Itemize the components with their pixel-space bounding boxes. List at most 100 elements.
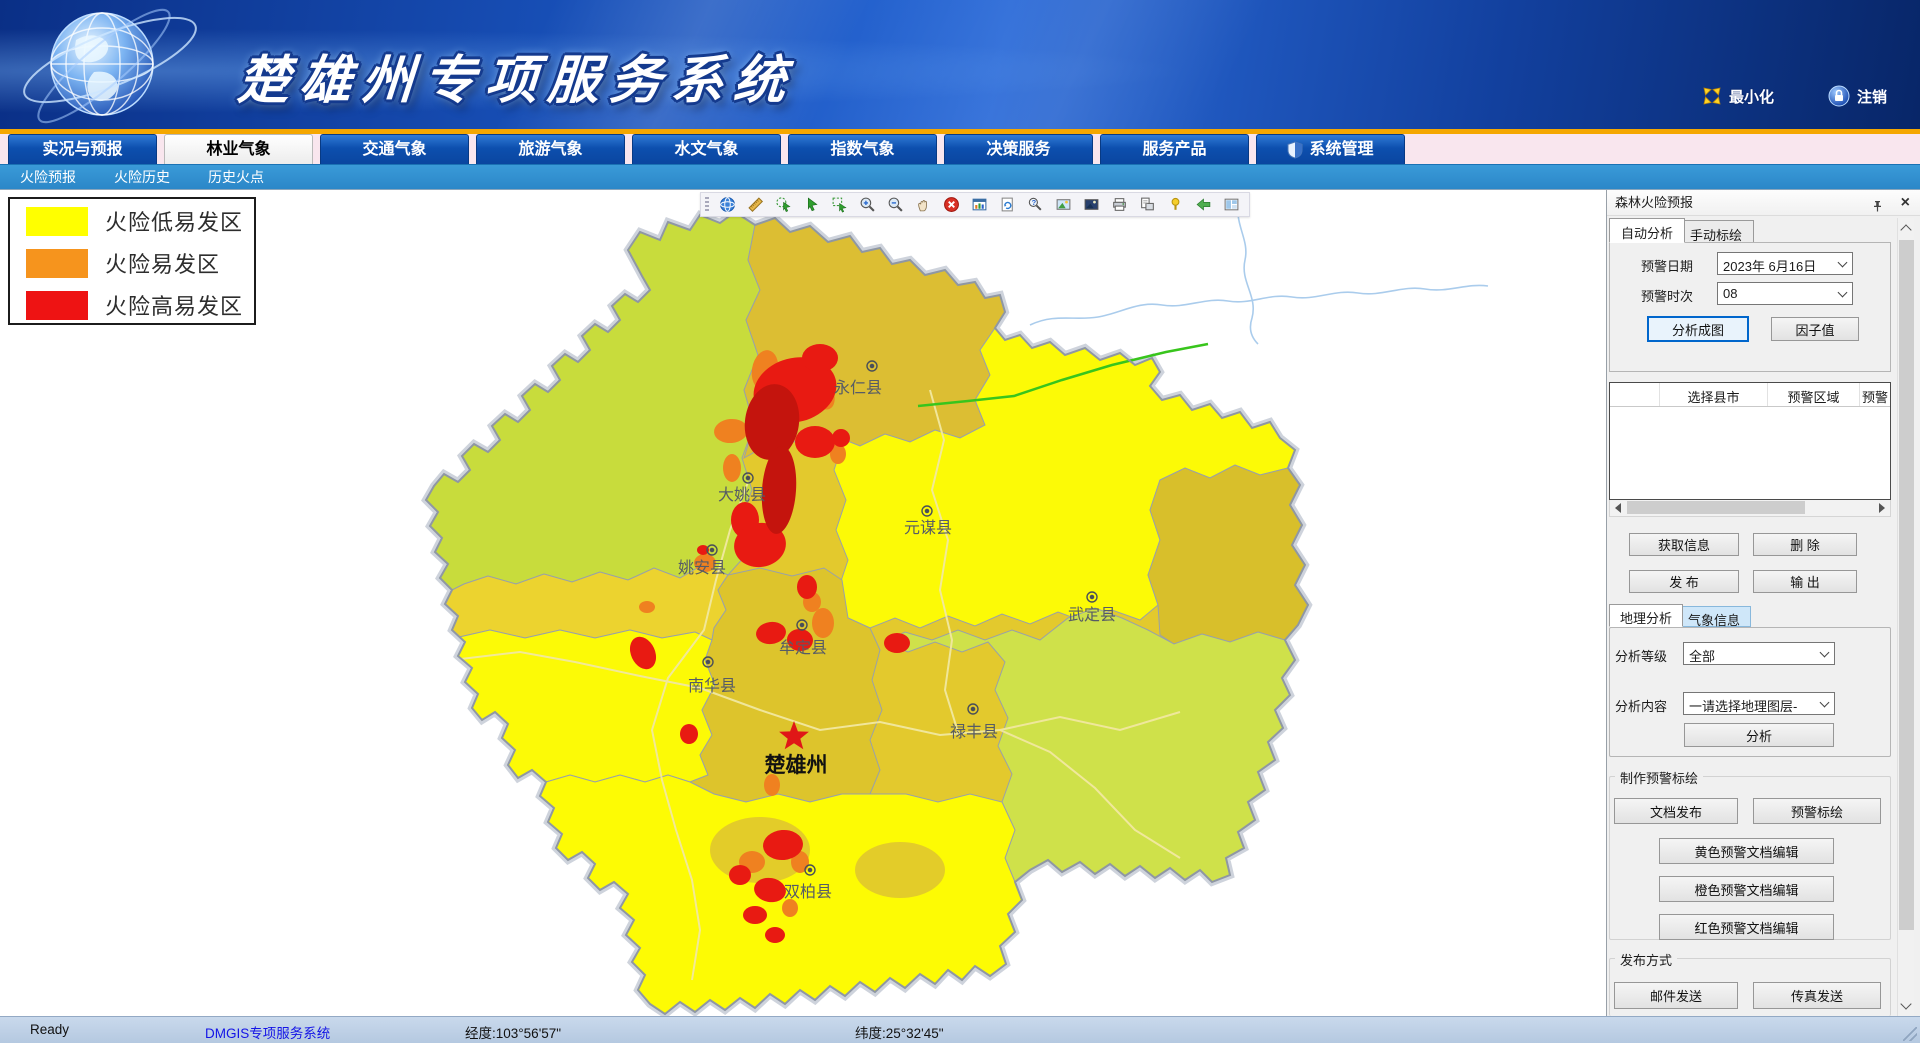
tab-forestry-weather[interactable]: 林业气象 bbox=[164, 134, 313, 164]
forest-fire-panel: 森林火险预报 × 自动分析 手动标绘 预警日期 2023年 6月16日 预警时次… bbox=[1606, 190, 1920, 1016]
tab-traffic-weather[interactable]: 交通气象 bbox=[320, 134, 469, 164]
shield-icon bbox=[1287, 141, 1303, 159]
select-arrow-icon[interactable] bbox=[802, 195, 821, 214]
tab-index-weather[interactable]: 指数气象 bbox=[788, 134, 937, 164]
analysis-content-select[interactable]: 一请选择地理图层- bbox=[1683, 692, 1835, 715]
orange-warning-doc-button[interactable]: 橙色预警文档编辑 bbox=[1659, 876, 1834, 902]
globe-logo bbox=[6, 0, 216, 129]
image-night-icon[interactable] bbox=[1082, 195, 1101, 214]
measure-ruler-icon[interactable] bbox=[746, 195, 765, 214]
fax-send-button[interactable]: 传真发送 bbox=[1753, 982, 1881, 1009]
factor-value-button[interactable]: 因子值 bbox=[1771, 317, 1859, 341]
column-header-select[interactable] bbox=[1610, 383, 1660, 406]
svg-text:?: ? bbox=[1032, 198, 1037, 207]
printer-icon[interactable] bbox=[1110, 195, 1129, 214]
highlight-pin-icon[interactable] bbox=[1166, 195, 1185, 214]
tab-manual-plot[interactable]: 手动标绘 bbox=[1678, 220, 1754, 243]
logout-button[interactable]: 注销 bbox=[1828, 84, 1887, 108]
lock-icon bbox=[1828, 85, 1850, 107]
analyze-map-button[interactable]: 分析成图 bbox=[1647, 316, 1749, 342]
warn-plot-button[interactable]: 预警标绘 bbox=[1753, 798, 1881, 824]
export-button[interactable]: 输 出 bbox=[1753, 570, 1857, 593]
get-info-button[interactable]: 获取信息 bbox=[1629, 533, 1739, 556]
legend-swatch-high bbox=[26, 291, 88, 320]
tab-system-admin[interactable]: 系统管理 bbox=[1256, 134, 1405, 164]
tab-decision-service[interactable]: 决策服务 bbox=[944, 134, 1093, 164]
hscroll-thumb[interactable] bbox=[1627, 501, 1805, 514]
yellow-warning-doc-button[interactable]: 黄色预警文档编辑 bbox=[1659, 838, 1834, 864]
toolbar-grip[interactable] bbox=[705, 197, 709, 212]
tab-tourism-weather[interactable]: 旅游气象 bbox=[476, 134, 625, 164]
legend-row-medium: 火险易发区 bbox=[26, 243, 254, 283]
fire-risk-legend: 火险低易发区 火险易发区 火险高易发区 bbox=[8, 197, 256, 325]
table-hscrollbar[interactable] bbox=[1609, 500, 1891, 517]
minimize-label: 最小化 bbox=[1729, 86, 1774, 107]
status-bar: Ready DMGIS专项服务系统 经度:103°56'57" 纬度:25°32… bbox=[0, 1016, 1920, 1043]
image-day-icon[interactable] bbox=[1054, 195, 1073, 214]
pan-hand-icon[interactable] bbox=[914, 195, 933, 214]
scroll-right-icon[interactable] bbox=[1879, 503, 1885, 513]
logout-label: 注销 bbox=[1857, 86, 1887, 107]
main-nav: 实况与预报 林业气象 交通气象 旅游气象 水文气象 指数气象 决策服务 服务产品… bbox=[0, 134, 1920, 164]
email-send-button[interactable]: 邮件发送 bbox=[1614, 982, 1738, 1009]
warn-time-value: 08 bbox=[1723, 286, 1834, 301]
close-icon[interactable]: × bbox=[1901, 190, 1910, 216]
tab-hydrology-weather[interactable]: 水文气象 bbox=[632, 134, 781, 164]
app-title: 楚雄州专项服务系统 bbox=[235, 38, 798, 113]
plot-group-title: 制作预警标绘 bbox=[1615, 768, 1703, 787]
publish-group-title: 发布方式 bbox=[1615, 950, 1677, 969]
map-label-wuding: 武定县 bbox=[1068, 606, 1116, 624]
chevron-down-icon bbox=[1838, 258, 1848, 268]
refresh-document-icon[interactable] bbox=[998, 195, 1017, 214]
subnav-historical-fire-points[interactable]: 历史火点 bbox=[208, 167, 264, 187]
subnav-fire-risk-forecast[interactable]: 火险预报 bbox=[20, 167, 76, 187]
panel-vscrollbar[interactable] bbox=[1897, 218, 1914, 1016]
column-header-county[interactable]: 选择县市 bbox=[1660, 383, 1768, 406]
analyze-button[interactable]: 分析 bbox=[1684, 723, 1834, 747]
column-header-warning[interactable]: 预警 bbox=[1860, 383, 1890, 406]
tab-service-products[interactable]: 服务产品 bbox=[1100, 134, 1249, 164]
stop-red-x-icon[interactable] bbox=[942, 195, 961, 214]
vscroll-thumb[interactable] bbox=[1899, 240, 1914, 930]
tab-system-admin-label: 系统管理 bbox=[1309, 135, 1373, 165]
select-by-polygon-icon[interactable] bbox=[830, 195, 849, 214]
chart-window-icon[interactable] bbox=[970, 195, 989, 214]
subnav-fire-risk-history[interactable]: 火险历史 bbox=[114, 167, 170, 187]
column-header-region[interactable]: 预警区域 bbox=[1768, 383, 1860, 406]
scroll-down-icon[interactable] bbox=[1900, 998, 1911, 1009]
minimize-icon bbox=[1702, 86, 1722, 106]
warn-time-label: 预警时次 bbox=[1641, 286, 1693, 305]
globe-icon[interactable] bbox=[718, 195, 737, 214]
scroll-up-icon[interactable] bbox=[1900, 224, 1911, 235]
layout-grid-icon[interactable] bbox=[1222, 195, 1241, 214]
analysis-content-label: 分析内容 bbox=[1615, 696, 1667, 715]
delete-button[interactable]: 删 除 bbox=[1753, 533, 1857, 556]
tab-geo-analysis[interactable]: 地理分析 bbox=[1609, 604, 1683, 627]
analysis-level-select[interactable]: 全部 bbox=[1683, 642, 1835, 665]
back-arrow-icon[interactable] bbox=[1194, 195, 1213, 214]
legend-label-high: 火险高易发区 bbox=[105, 289, 243, 321]
warning-table[interactable]: 选择县市 预警区域 预警 bbox=[1609, 382, 1891, 500]
tab-auto-analysis[interactable]: 自动分析 bbox=[1609, 218, 1685, 243]
minimize-button[interactable]: 最小化 bbox=[1702, 84, 1774, 108]
sub-nav: 火险预报 火险历史 历史火点 bbox=[0, 164, 1920, 190]
zoom-out-icon[interactable] bbox=[886, 195, 905, 214]
red-warning-doc-button[interactable]: 红色预警文档编辑 bbox=[1659, 914, 1834, 940]
publish-button[interactable]: 发 布 bbox=[1629, 570, 1739, 593]
scroll-left-icon[interactable] bbox=[1615, 503, 1621, 513]
zoom-in-icon[interactable] bbox=[858, 195, 877, 214]
tab-weather-info[interactable]: 气象信息 bbox=[1677, 606, 1751, 627]
status-system-name: DMGIS专项服务系统 bbox=[205, 1022, 330, 1042]
identify-query-icon[interactable]: ? bbox=[1026, 195, 1045, 214]
pin-icon[interactable] bbox=[1871, 196, 1884, 222]
legend-swatch-medium bbox=[26, 249, 88, 278]
warn-date-select[interactable]: 2023年 6月16日 bbox=[1717, 252, 1853, 275]
legend-row-high: 火险高易发区 bbox=[26, 285, 254, 325]
map-label-capital: 楚雄州 bbox=[765, 753, 828, 777]
tab-live-forecast[interactable]: 实况与预报 bbox=[8, 134, 157, 164]
select-by-circle-icon[interactable] bbox=[774, 195, 793, 214]
print-preview-icon[interactable] bbox=[1138, 195, 1157, 214]
warn-time-select[interactable]: 08 bbox=[1717, 282, 1853, 305]
resize-grip[interactable] bbox=[1903, 1027, 1917, 1041]
doc-publish-button[interactable]: 文档发布 bbox=[1614, 798, 1738, 824]
